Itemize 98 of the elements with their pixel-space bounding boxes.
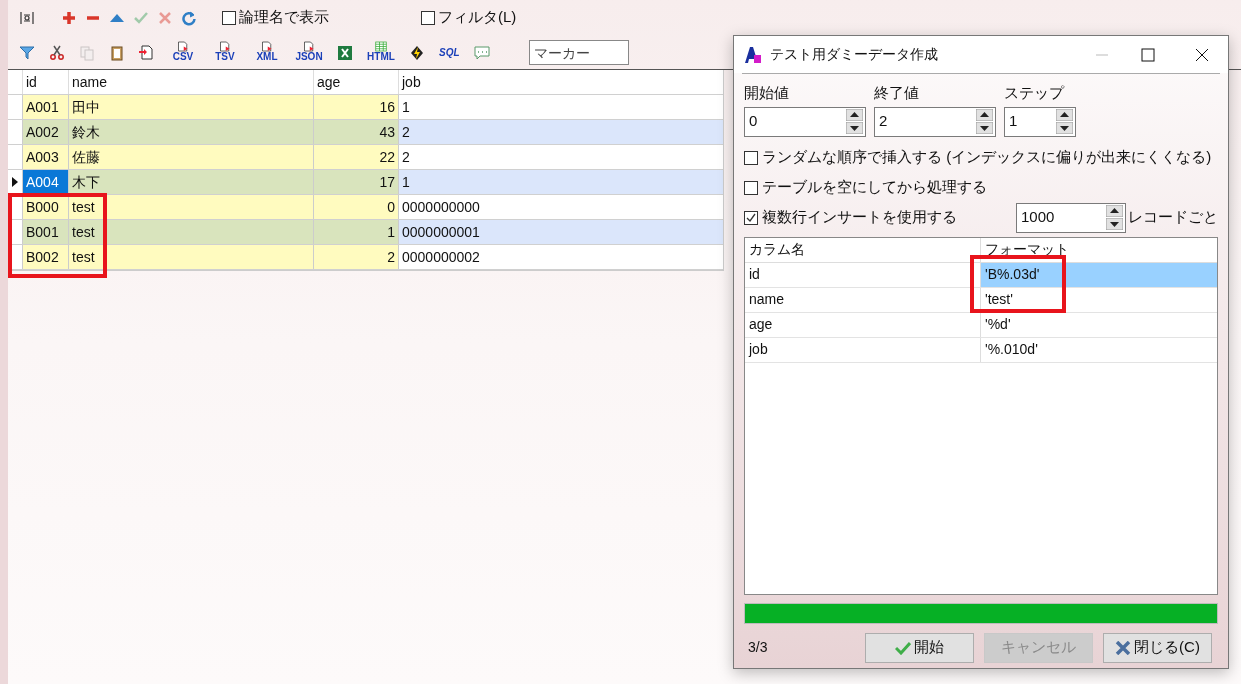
table-cell: A004 (22, 170, 68, 194)
progress-status: 3/3 (748, 638, 769, 657)
document-icon (303, 40, 315, 52)
down-arrow-icon[interactable] (1106, 218, 1123, 230)
field-value: 2 (879, 111, 889, 132)
table-cell: 木下 (68, 170, 313, 194)
x-icon (1115, 640, 1132, 655)
table-cell: 佐藤 (68, 145, 313, 169)
close-icon[interactable] (1194, 46, 1210, 63)
checkbox[interactable] (744, 150, 758, 165)
table-cell: 2 (313, 245, 398, 269)
export-button[interactable]: XML (252, 40, 282, 65)
document-icon (219, 40, 231, 52)
table-row[interactable]: id 'B%.03d' (745, 262, 1217, 288)
html-export-button[interactable]: HTML (366, 40, 396, 65)
checkbox-option[interactable]: ランダムな順序で挿入する (インデックスに偏りが出来にくくなる) (744, 146, 1212, 169)
column-header[interactable]: job (398, 70, 723, 94)
spin-field[interactable]: 0 (744, 106, 866, 137)
up-arrow-icon[interactable] (976, 109, 993, 121)
down-arrow-icon[interactable] (846, 122, 863, 134)
spin-field[interactable]: 2 (874, 106, 996, 137)
table-cell-text: job (747, 340, 769, 359)
table-cell: 2 (398, 120, 723, 144)
up-arrow-icon[interactable] (1106, 205, 1123, 217)
maximize-icon[interactable] (1140, 46, 1156, 63)
scissors-icon[interactable] (48, 43, 66, 62)
column-header[interactable]: id (22, 70, 68, 94)
column-header[interactable]: カラム名 (745, 237, 980, 262)
down-arrow-icon[interactable] (976, 122, 993, 134)
table-cell: 田中 (68, 95, 313, 119)
check-icon (895, 640, 911, 655)
table-cell: 'B%.03d' (980, 262, 1217, 287)
table-cell: B001 (22, 220, 68, 244)
table-cell: 鈴木 (68, 120, 313, 144)
window-title: テスト用ダミーデータ作成 (770, 45, 939, 64)
table-cell: 0000000001 (398, 220, 723, 244)
filter-icon[interactable] (18, 43, 36, 62)
export-button[interactable]: TSV (210, 40, 240, 65)
table-cell: 16 (313, 95, 398, 119)
table-row[interactable]: age '%d' (745, 312, 1217, 338)
table-cell: 1 (313, 220, 398, 244)
table-cell: '%d' (980, 312, 1217, 337)
spreadsheet-icon[interactable] (336, 43, 354, 62)
table-cell: B002 (22, 245, 68, 269)
checkbox[interactable] (744, 210, 758, 225)
field-value: 1 (1009, 111, 1019, 132)
app-icon (744, 45, 762, 64)
table-icon (375, 40, 387, 52)
table-cell: test (68, 195, 313, 219)
table-cell: '%.010d' (980, 337, 1217, 362)
table-cell: test (68, 220, 313, 244)
field-value: 0 (749, 111, 759, 132)
table-cell: A001 (22, 95, 68, 119)
table-row[interactable]: name 'test' (745, 287, 1217, 313)
column-header[interactable]: name (68, 70, 313, 94)
checkbox-option[interactable]: 論理名で表示 (222, 6, 329, 29)
table-cell-text: name (748, 290, 786, 309)
checkbox-option[interactable]: 複数行インサートを使用する (744, 206, 957, 229)
field-label: 終了値 (874, 83, 920, 103)
table-cell-text: age (748, 315, 774, 334)
up-arrow-icon[interactable] (1056, 109, 1073, 121)
checkbox-option[interactable]: テーブルを空にしてから処理する (744, 176, 987, 199)
clipboard-icon[interactable] (108, 43, 126, 62)
table-cell: A002 (22, 120, 68, 144)
table-cell: 1 (398, 170, 723, 194)
table-cell: B000 (22, 195, 68, 219)
document-icon (261, 40, 273, 52)
field-label: 開始値 (744, 83, 790, 103)
start-button[interactable]: 開始 (865, 632, 974, 663)
table-cell: 22 (313, 145, 398, 169)
table-cell: 0 (313, 195, 398, 219)
table-row[interactable]: job '%.010d' (745, 337, 1217, 363)
table-cell: A003 (22, 145, 68, 169)
field-label: レコードごと (1128, 207, 1218, 228)
table-cell: 'test' (980, 287, 1217, 312)
document-icon (177, 40, 189, 52)
current-row-icon (12, 177, 18, 187)
field-label: ステップ (1004, 83, 1066, 103)
table-cell: test (68, 245, 313, 269)
column-header[interactable]: age (313, 70, 398, 94)
table-cell-text: id (748, 265, 761, 284)
up-arrow-icon[interactable] (846, 109, 863, 121)
spin-field[interactable]: 1 (1004, 106, 1076, 137)
close-button[interactable]: 閉じる(C) (1103, 632, 1212, 663)
checkbox-option[interactable]: フィルタ(L) (421, 6, 517, 29)
field-value: 1000 (1021, 207, 1056, 228)
checkbox[interactable] (421, 10, 435, 25)
spin-field[interactable]: 1000 (1016, 202, 1126, 233)
down-arrow-icon[interactable] (1056, 122, 1073, 134)
import-icon[interactable] (138, 43, 156, 62)
sql-button[interactable]: SQL (438, 43, 461, 62)
checkbox[interactable] (222, 10, 236, 25)
export-button[interactable]: CSV (168, 40, 198, 65)
table-cell: 17 (313, 170, 398, 194)
marker-field[interactable]: マーカー (528, 40, 629, 65)
export-button[interactable]: JSON (294, 40, 324, 65)
table-cell: 43 (313, 120, 398, 144)
checkbox[interactable] (744, 180, 758, 195)
